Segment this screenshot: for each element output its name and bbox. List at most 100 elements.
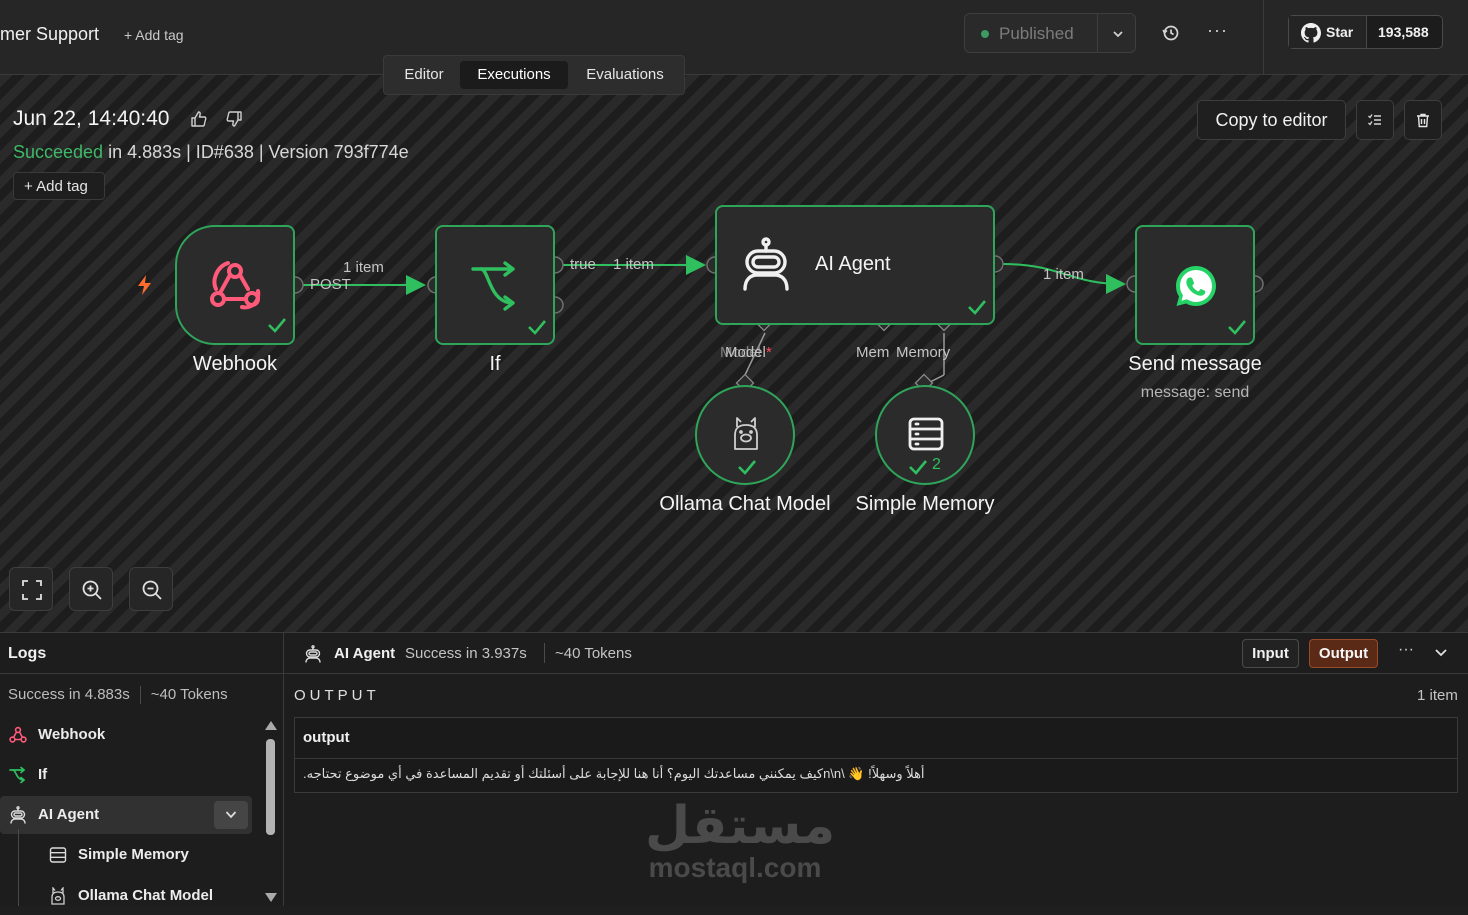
log-item-label: Ollama Chat Model (78, 887, 214, 904)
llama-icon (51, 887, 65, 905)
log-item-ollama[interactable]: Ollama Chat Model (0, 877, 252, 915)
output-tokens: ~40 Tokens (555, 645, 632, 662)
log-item-label: Simple Memory (78, 846, 189, 863)
input-toggle-button[interactable]: Input (1242, 639, 1299, 668)
ollama-chat-model-node[interactable] (695, 385, 795, 485)
output-toggle-button[interactable]: Output (1309, 639, 1378, 668)
tab-executions[interactable]: Executions (460, 61, 568, 89)
watermark-arabic: مستقل (645, 797, 836, 855)
log-item-ai-agent[interactable]: AI Agent (0, 796, 252, 834)
more-options-button[interactable]: ··· (1398, 641, 1414, 659)
logs-title: Logs (8, 645, 47, 662)
history-icon[interactable] (1160, 22, 1182, 44)
edge-label-post: POST (310, 276, 351, 293)
send-message-node[interactable] (1135, 225, 1255, 345)
tab-evaluations[interactable]: Evaluations (572, 61, 678, 89)
simple-memory-node[interactable]: 2 (875, 385, 975, 485)
ollama-node-label: Ollama Chat Model (659, 493, 831, 515)
success-check-icon (268, 318, 286, 333)
log-item-label: Webhook (38, 726, 106, 743)
zoom-in-icon (82, 580, 102, 600)
expand-button[interactable] (214, 801, 248, 829)
output-column-header: output (295, 718, 1457, 759)
chevron-down-icon[interactable] (1434, 647, 1448, 659)
divider (139, 686, 141, 705)
top-header: mer Support + Add tag Published ··· Star… (0, 0, 1468, 75)
output-item-count: 1 item (1417, 687, 1458, 704)
divider (1097, 14, 1098, 52)
chevron-down-icon (225, 811, 237, 819)
output-table: output أهلاً وسهلاً! 👋 \n\nكيف يمكنني مس… (294, 717, 1458, 793)
branch-icon (9, 766, 26, 784)
workflow-name[interactable]: mer Support (0, 24, 99, 45)
scroll-up-arrow-icon[interactable] (265, 721, 277, 730)
status-dot (981, 30, 989, 38)
zoom-out-icon (142, 580, 162, 600)
output-header: AI Agent Success in 3.937s ~40 Tokens In… (284, 633, 1468, 674)
run-count-badge: 2 (932, 456, 941, 473)
log-item-if[interactable]: If (0, 756, 252, 794)
trigger-bolt-icon (138, 275, 151, 295)
watermark: مستقل mostaql.com (645, 796, 836, 891)
success-check-icon (909, 460, 927, 475)
watermark-latin: mostaql.com (648, 852, 822, 883)
star-count: 193,588 (1378, 24, 1429, 40)
publish-dropdown[interactable]: Published (964, 13, 1136, 53)
branch-icon (471, 261, 515, 311)
fit-view-button[interactable] (9, 567, 53, 611)
scroll-down-arrow-icon[interactable] (265, 893, 277, 902)
if-node[interactable] (435, 225, 555, 345)
log-item-label: AI Agent (38, 806, 100, 823)
webhook-node-label: Webhook (192, 353, 278, 375)
tab-editor[interactable]: Editor (392, 61, 456, 89)
logs-tokens: ~40 Tokens (150, 686, 228, 703)
workflow-canvas[interactable]: Jun 22, 14:40:40 Succeeded in 4.883s | I… (0, 75, 1468, 632)
simple-memory-node-label: Simple Memory (855, 493, 995, 515)
send-message-node-subtitle: message: send (1140, 384, 1250, 401)
divider (0, 673, 283, 674)
zoom-in-button[interactable] (69, 567, 113, 611)
edge-label-items: 1 item (343, 259, 384, 276)
output-cell[interactable]: أهلاً وسهلاً! 👋 \n\nكيف يمكنني مساعدتك ا… (303, 766, 925, 782)
fullscreen-icon (22, 580, 42, 600)
scrollbar-thumb[interactable] (266, 739, 275, 835)
log-item-webhook[interactable]: Webhook (0, 716, 252, 754)
logs-summary: Success in 4.883s ~40 Tokens (8, 686, 228, 705)
webhook-icon (9, 726, 27, 743)
webhook-icon (210, 261, 261, 310)
published-label: Published (999, 24, 1074, 43)
database-icon (49, 847, 67, 863)
view-tabs: Editor Executions Evaluations (383, 55, 685, 95)
robot-icon (743, 237, 789, 291)
logs-sidebar: Logs Success in 4.883s ~40 Tokens Webhook… (0, 633, 284, 906)
chevron-down-icon[interactable] (1111, 27, 1125, 41)
github-star-widget[interactable]: Star 193,588 (1288, 15, 1443, 49)
github-icon (1301, 23, 1321, 43)
more-options-button[interactable]: ··· (1207, 20, 1228, 41)
log-item-label: If (38, 766, 48, 783)
star-label: Star (1326, 24, 1354, 40)
send-message-node-label: Send message (1128, 353, 1262, 375)
edge-label-items: 1 item (613, 256, 654, 273)
add-tag-link[interactable]: + Add tag (124, 27, 184, 43)
ai-agent-node[interactable]: AI Agent (715, 205, 995, 325)
robot-icon (10, 806, 26, 824)
llama-icon (734, 417, 758, 450)
model-label: Model (725, 344, 766, 361)
whatsapp-icon (1176, 266, 1216, 306)
github-star-button[interactable]: Star (1289, 16, 1367, 48)
required-star: * (765, 344, 772, 361)
logs-status: Success in 4.883s (8, 686, 130, 703)
edge-label-model: Model* (725, 344, 772, 361)
zoom-out-button[interactable] (129, 567, 173, 611)
edge-label-memory: Memory (896, 344, 951, 361)
edge-label-true: true (570, 256, 596, 273)
log-item-simple-memory[interactable]: Simple Memory (0, 836, 252, 874)
ai-agent-node-label: AI Agent (815, 253, 891, 275)
output-title: OUTPUT (294, 687, 380, 704)
success-check-icon (738, 460, 756, 475)
webhook-node[interactable] (175, 225, 295, 345)
database-icon (908, 417, 944, 451)
divider (544, 643, 545, 663)
column-label: output (303, 729, 350, 746)
